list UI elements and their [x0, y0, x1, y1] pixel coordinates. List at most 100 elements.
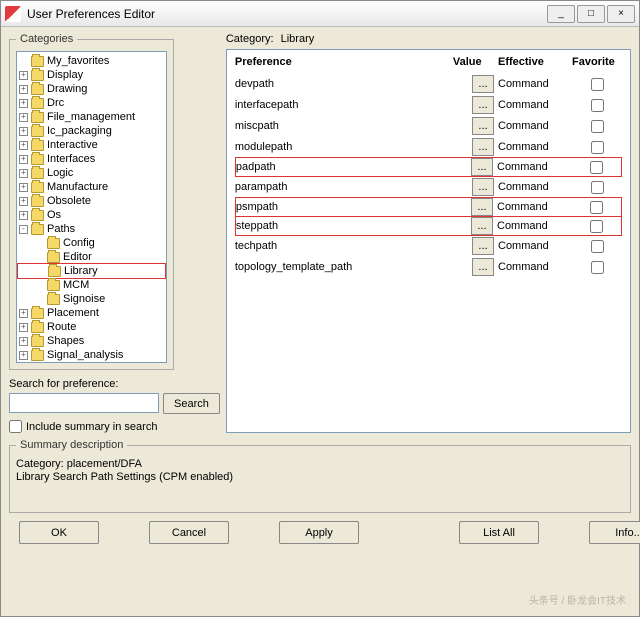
info-button[interactable]: Info... [589, 521, 640, 544]
tree-item-file_management[interactable]: +File_management [17, 110, 166, 124]
tree-item-editor[interactable]: Editor [17, 250, 166, 264]
effective-value: Command [498, 240, 568, 252]
value-browse-button[interactable]: ... [472, 75, 494, 93]
pref-name: psmpath [236, 201, 396, 213]
favorite-checkbox[interactable] [591, 78, 604, 91]
effective-value: Command [497, 201, 567, 213]
favorite-checkbox[interactable] [591, 261, 604, 274]
tree-item-label: Editor [63, 250, 92, 264]
tree-item-obsolete[interactable]: +Obsolete [17, 194, 166, 208]
pref-name: techpath [235, 240, 395, 252]
tree-item-display[interactable]: + Display [17, 68, 166, 82]
tree-item-library[interactable]: Library [17, 263, 166, 279]
tree-item-manufacture[interactable]: +Manufacture [17, 180, 166, 194]
effective-value: Command [498, 181, 568, 193]
tree-item-label: Signoise [63, 292, 105, 306]
tree-item-placement[interactable]: +Placement [17, 306, 166, 320]
expand-icon[interactable]: + [19, 183, 28, 192]
expand-icon[interactable]: + [19, 351, 28, 360]
tree-item-label: Config [63, 236, 95, 250]
favorite-checkbox[interactable] [591, 240, 604, 253]
expand-icon[interactable]: + [19, 99, 28, 108]
value-browse-button[interactable]: ... [472, 117, 494, 135]
expand-icon[interactable]: + [19, 155, 28, 164]
search-button[interactable]: Search [163, 393, 220, 414]
expand-icon[interactable]: + [19, 309, 28, 318]
effective-value: Command [498, 141, 568, 153]
tree-item-signoise[interactable]: Signoise [17, 292, 166, 306]
tree-item-label: Signal_analysis [47, 348, 123, 362]
list-all-button[interactable]: List All [459, 521, 539, 544]
tree-item-my_favorites[interactable]: My_favorites [17, 54, 166, 68]
tree-item-signal_analysis[interactable]: + Signal_analysis [17, 348, 166, 362]
folder-icon [31, 154, 44, 165]
apply-button[interactable]: Apply [279, 521, 359, 544]
value-browse-button[interactable]: ... [471, 198, 493, 216]
tree-item-route[interactable]: + Route [17, 320, 166, 334]
tree-item-drc[interactable]: +Drc [17, 96, 166, 110]
favorite-checkbox[interactable] [591, 181, 604, 194]
favorite-checkbox[interactable] [591, 120, 604, 133]
value-browse-button[interactable]: ... [472, 258, 494, 276]
close-button[interactable]: × [607, 5, 635, 23]
tree-item-label: Route [47, 320, 76, 334]
expand-icon[interactable]: + [19, 211, 28, 220]
pref-row-padpath: padpath...Command [235, 157, 622, 177]
expand-icon[interactable]: + [19, 323, 28, 332]
folder-icon [31, 84, 44, 95]
tree-item-logic[interactable]: +Logic [17, 166, 166, 180]
summary-legend: Summary description [16, 439, 127, 451]
window-title: User Preferences Editor [27, 7, 547, 21]
tree-item-label: Shapes [47, 334, 84, 348]
value-browse-button[interactable]: ... [472, 138, 494, 156]
tree-item-ic_packaging[interactable]: +Ic_packaging [17, 124, 166, 138]
tree-item-shapes[interactable]: + Shapes [17, 334, 166, 348]
expand-icon[interactable]: + [19, 113, 28, 122]
include-summary-checkbox[interactable] [9, 420, 22, 433]
expand-icon[interactable]: + [19, 141, 28, 150]
favorite-checkbox[interactable] [590, 201, 603, 214]
value-browse-button[interactable]: ... [472, 96, 494, 114]
maximize-button[interactable]: □ [577, 5, 605, 23]
tree-item-config[interactable]: Config [17, 236, 166, 250]
pref-name: miscpath [235, 120, 395, 132]
favorite-checkbox[interactable] [590, 161, 603, 174]
tree-item-label: Paths [47, 222, 75, 236]
minimize-button[interactable]: _ [547, 5, 575, 23]
tree-item-mcm[interactable]: MCM [17, 278, 166, 292]
folder-icon [31, 196, 44, 207]
expand-icon[interactable]: + [19, 71, 28, 80]
value-browse-button[interactable]: ... [471, 217, 493, 235]
search-input[interactable] [9, 393, 159, 413]
ok-button[interactable]: OK [19, 521, 99, 544]
value-browse-button[interactable]: ... [472, 178, 494, 196]
pref-row-topology_template_path: topology_template_path...Command [235, 257, 622, 277]
tree-item-paths[interactable]: - Paths [17, 222, 166, 236]
tree-item-interfaces[interactable]: +Interfaces [17, 152, 166, 166]
favorite-checkbox[interactable] [591, 141, 604, 154]
favorite-checkbox[interactable] [590, 220, 603, 233]
search-label: Search for preference: [9, 378, 220, 390]
cancel-button[interactable]: Cancel [149, 521, 229, 544]
expand-icon[interactable]: + [19, 169, 28, 178]
favorite-checkbox[interactable] [591, 99, 604, 112]
tree-item-interactive[interactable]: +Interactive [17, 138, 166, 152]
expand-icon[interactable]: + [19, 85, 28, 94]
expand-icon[interactable]: + [19, 197, 28, 206]
pref-row-psmpath: psmpath... Command [235, 197, 622, 217]
value-browse-button[interactable]: ... [472, 237, 494, 255]
folder-icon [31, 168, 44, 179]
tree-item-os[interactable]: +Os [17, 208, 166, 222]
pref-name: padpath [236, 161, 396, 173]
expand-icon[interactable]: + [19, 337, 28, 346]
app-window: User Preferences Editor _ □ × Categories… [0, 0, 640, 617]
expand-icon [35, 253, 44, 262]
pref-name: devpath [235, 78, 395, 90]
folder-icon [31, 112, 44, 123]
tree-item-label: Display [47, 68, 83, 82]
categories-tree[interactable]: My_favorites + Display+Drawing+Drc+File_ma… [16, 51, 167, 363]
value-browse-button[interactable]: ... [471, 158, 493, 176]
expand-icon[interactable]: - [19, 225, 28, 234]
expand-icon[interactable]: + [19, 127, 28, 136]
tree-item-drawing[interactable]: +Drawing [17, 82, 166, 96]
